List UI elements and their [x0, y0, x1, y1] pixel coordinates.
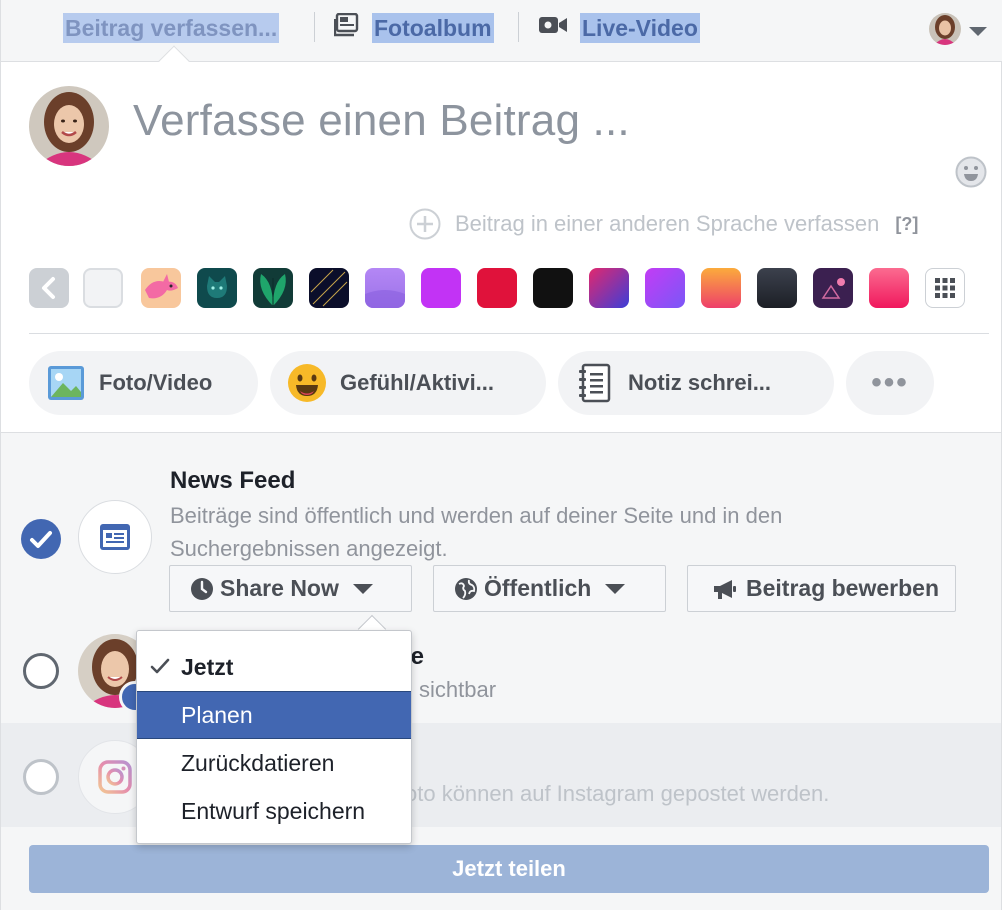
more-backgrounds-grid-icon[interactable]: [925, 268, 965, 308]
background-swatch-space[interactable]: [813, 268, 853, 308]
tab-photo-album[interactable]: Fotoalbum: [333, 12, 494, 44]
tab-separator: [518, 12, 519, 42]
tab-compose-post[interactable]: Beitrag verfassen...: [63, 12, 280, 44]
smiley-icon: [286, 362, 328, 404]
story-description: sichtbar: [419, 677, 497, 702]
swatches-back-button[interactable]: [29, 268, 69, 308]
story-checkbox[interactable]: [23, 653, 59, 689]
emoji-picker-icon[interactable]: [955, 156, 987, 188]
background-swatch-lavender[interactable]: [365, 268, 405, 308]
instagram-checkbox[interactable]: [23, 759, 59, 795]
share-now-dropdown[interactable]: Share Now: [169, 565, 412, 612]
help-link[interactable]: [?]: [895, 214, 918, 235]
post-composer-window: Beitrag verfassen... Fotoalbum Live-Vide…: [0, 0, 1002, 910]
background-swatch-dog[interactable]: [141, 268, 181, 308]
clock-icon: [190, 577, 214, 601]
share-timing-menu: Jetzt Planen Zurückdatieren Entwurf spei…: [136, 630, 412, 844]
photo-icon: [45, 362, 87, 404]
feeling-activity-label: Gefühl/Aktivi...: [340, 370, 495, 395]
more-dots-icon: •••: [871, 366, 909, 399]
tab-live-video[interactable]: Live-Video: [538, 12, 700, 44]
background-swatch-cat[interactable]: [197, 268, 237, 308]
photo-video-button[interactable]: Foto/Video: [29, 351, 258, 415]
chevron-down-icon: [352, 583, 373, 594]
background-swatch-sunset[interactable]: [701, 268, 741, 308]
promote-label: Beitrag bewerben: [746, 575, 939, 601]
post-text-input[interactable]: Verfasse einen Beitrag ...: [133, 96, 630, 146]
author-avatar: [29, 86, 109, 166]
add-circle-icon: [409, 208, 441, 240]
menu-item-schedule[interactable]: Planen: [137, 691, 411, 739]
account-switch-caret-icon[interactable]: [969, 27, 987, 36]
share-now-button[interactable]: Jetzt teilen: [29, 845, 989, 893]
menu-item-label: Zurückdatieren: [181, 749, 335, 776]
background-swatch-stars[interactable]: [309, 268, 349, 308]
privacy-label: Öffentlich: [484, 575, 592, 601]
news-feed-title: News Feed: [170, 467, 296, 494]
page-avatar-icon[interactable]: [929, 13, 961, 45]
notebook-icon: [574, 362, 616, 404]
other-language-link[interactable]: Beitrag in einer anderen Sprache verfass…: [409, 208, 918, 240]
background-swatch-red[interactable]: [477, 268, 517, 308]
video-camera-icon: [538, 14, 568, 42]
menu-item-now[interactable]: Jetzt: [137, 643, 411, 691]
news-feed-icon: [78, 500, 152, 574]
share-now-label: Share Now: [220, 575, 339, 601]
more-actions-button[interactable]: •••: [846, 351, 934, 415]
background-swatch-magenta[interactable]: [421, 268, 461, 308]
background-swatch-charcoal[interactable]: [757, 268, 797, 308]
chevron-down-icon: [605, 583, 626, 594]
promote-post-button[interactable]: Beitrag bewerben: [687, 565, 956, 612]
write-note-label: Notiz schrei...: [628, 370, 772, 395]
menu-item-save-draft[interactable]: Entwurf speichern: [137, 787, 411, 835]
composer-tabs: Beitrag verfassen... Fotoalbum Live-Vide…: [1, 0, 1002, 62]
other-language-label: Beitrag in einer anderen Sprache verfass…: [455, 211, 880, 236]
instagram-description: oto können auf Instagram gepostet werden…: [405, 781, 830, 806]
tab-album-label: Fotoalbum: [372, 13, 494, 43]
background-swatch-plain[interactable]: [83, 268, 123, 308]
menu-item-label: Entwurf speichern: [181, 797, 366, 824]
background-swatch-pink-blue[interactable]: [589, 268, 629, 308]
megaphone-icon: [712, 577, 738, 601]
write-note-button[interactable]: Notiz schrei...: [558, 351, 834, 415]
tab-compose-label: Beitrag verfassen...: [63, 13, 280, 43]
tab-separator: [314, 12, 315, 42]
checkmark-icon: [149, 655, 171, 683]
background-swatch-leaf[interactable]: [253, 268, 293, 308]
photo-album-icon: [333, 12, 360, 43]
menu-item-label: Jetzt: [181, 653, 234, 680]
tab-live-label: Live-Video: [580, 13, 700, 43]
background-swatch-rose[interactable]: [869, 268, 909, 308]
privacy-dropdown[interactable]: Öffentlich: [433, 565, 666, 612]
globe-icon: [454, 577, 478, 601]
feeling-activity-button[interactable]: Gefühl/Aktivi...: [270, 351, 546, 415]
menu-item-backdate[interactable]: Zurückdatieren: [137, 739, 411, 787]
photo-video-label: Foto/Video: [99, 370, 213, 395]
news-feed-description: Beiträge sind öffentlich und werden auf …: [170, 503, 783, 561]
background-swatch-purple[interactable]: [645, 268, 685, 308]
news-feed-checkbox[interactable]: [21, 519, 61, 559]
menu-item-label: Planen: [181, 701, 253, 728]
background-swatch-black[interactable]: [533, 268, 573, 308]
divider: [29, 333, 989, 334]
